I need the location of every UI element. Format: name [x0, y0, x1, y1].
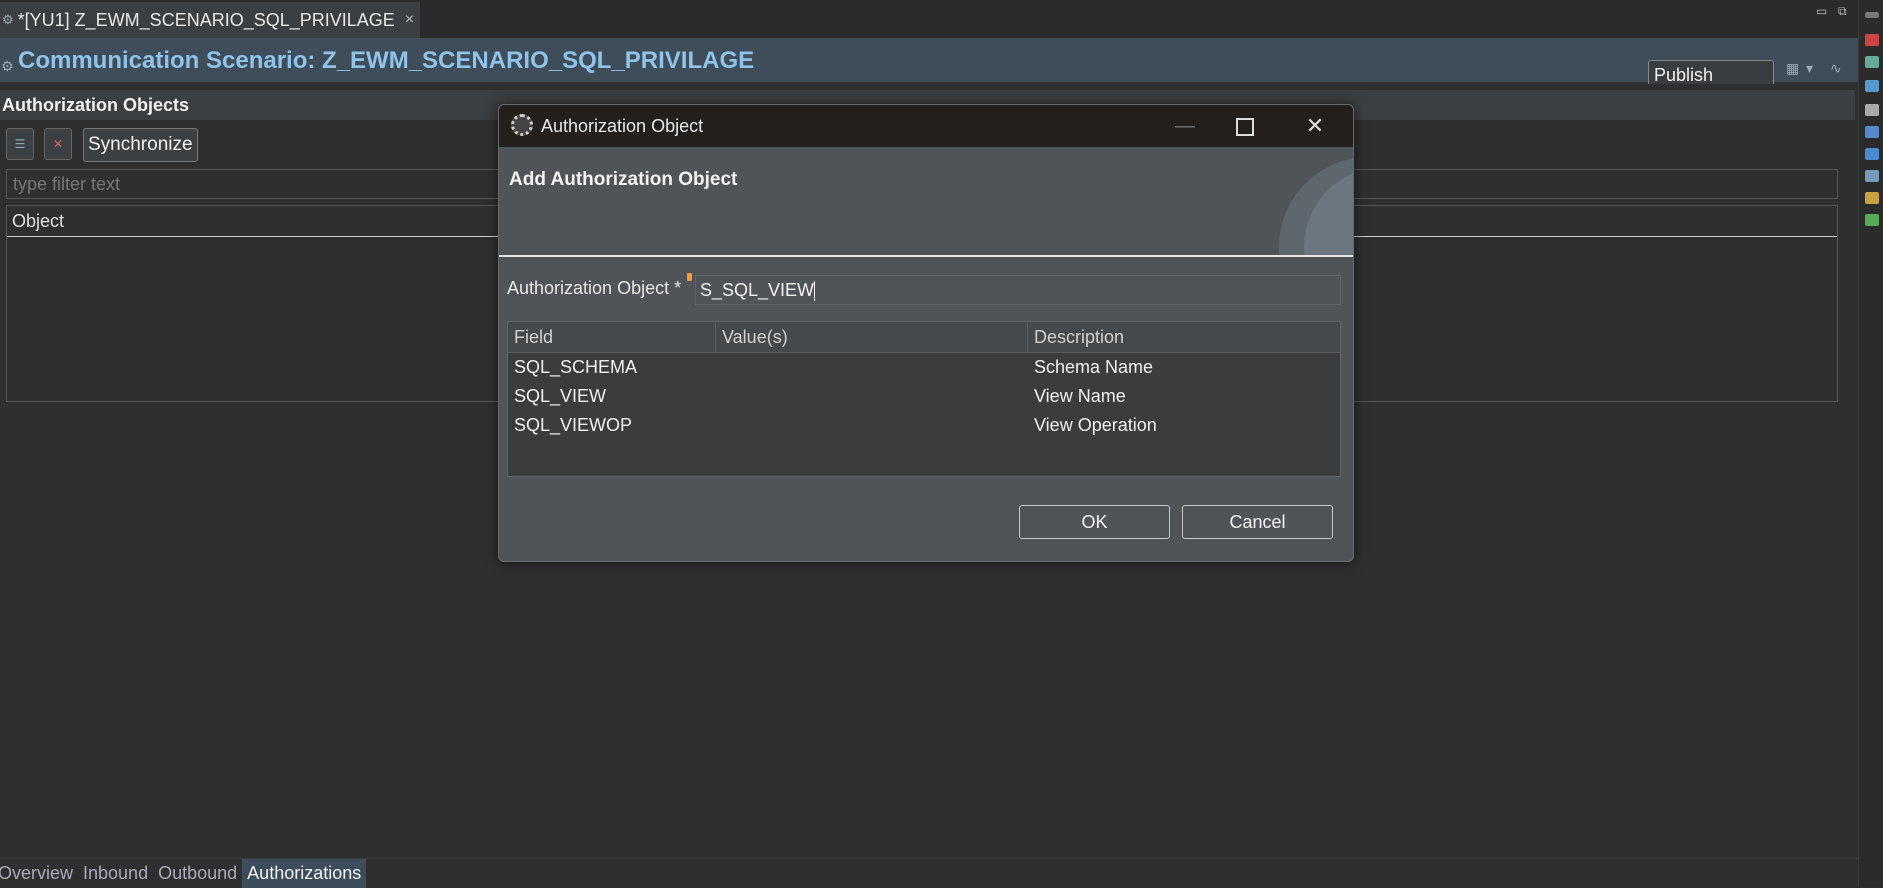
column-header-values[interactable]: Value(s) [716, 322, 1028, 352]
editor-header: ⚙ Communication Scenario: Z_EWM_SCENARIO… [0, 38, 1858, 82]
description-cell: View Name [1034, 386, 1126, 406]
authorization-object-dialog: Authorization Object — ✕ Add Authorizati… [498, 104, 1354, 562]
editor-page-tabs: Overview Inbound Outbound Authorizations [0, 858, 1858, 888]
remove-icon: ✕ [52, 137, 64, 151]
fields-table: Field Value(s) Description SQL_SCHEMA Sc… [507, 321, 1341, 477]
eclipse-app-icon [511, 114, 533, 136]
editor-tab[interactable]: ⚙ *[YU1] Z_EWM_SCENARIO_SQL_PRIVILAGE × [0, 2, 421, 40]
values-cell[interactable] [716, 411, 1028, 440]
maximize-icon[interactable] [1225, 109, 1265, 143]
required-field-icon [687, 273, 692, 281]
tab-overview[interactable]: Overview [0, 859, 78, 888]
close-icon[interactable]: ✕ [1295, 109, 1335, 143]
scenario-icon: ⚙ [1, 58, 14, 74]
cancel-button[interactable]: Cancel [1182, 505, 1333, 539]
feed-icon[interactable] [1865, 148, 1879, 160]
column-header-field[interactable]: Field [508, 322, 716, 352]
outline-icon[interactable] [1865, 56, 1879, 68]
synchronize-button[interactable]: Synchronize [83, 128, 198, 162]
field-cell: SQL_SCHEMA [514, 357, 638, 377]
add-object-button[interactable]: ☰ [6, 128, 34, 160]
chevron-down-icon[interactable]: ▾ [1806, 60, 1813, 77]
tab-authorizations[interactable]: Authorizations [242, 859, 367, 888]
restore-icon[interactable] [1865, 12, 1879, 18]
description-cell: Schema Name [1034, 357, 1154, 377]
dialog-heading: Add Authorization Object [509, 169, 738, 190]
column-header-description[interactable]: Description [1028, 322, 1340, 352]
repository-icon[interactable] [1865, 104, 1879, 116]
values-cell[interactable] [716, 353, 1028, 382]
minimize-icon[interactable]: ▭ [1816, 4, 1827, 18]
toolbar-icon[interactable]: ▦ [1786, 60, 1799, 77]
field-cell: SQL_VIEWOP [514, 415, 633, 435]
authorization-object-input[interactable]: S_SQL_VIEW [695, 275, 1341, 305]
values-cell[interactable] [716, 382, 1028, 411]
dialog-banner: Add Authorization Object [499, 147, 1353, 257]
remove-object-button[interactable]: ✕ [44, 128, 72, 160]
scenario-icon: ⚙ [2, 12, 14, 27]
dialog-titlebar: Authorization Object — ✕ [499, 105, 1353, 147]
minimize-icon[interactable]: — [1165, 109, 1205, 143]
problem-icon[interactable] [1865, 34, 1879, 46]
run-icon[interactable] [1865, 214, 1879, 226]
description-cell: View Operation [1034, 415, 1157, 435]
page-title: Communication Scenario: Z_EWM_SCENARIO_S… [18, 47, 755, 74]
field-cell: SQL_VIEW [514, 386, 607, 406]
book-icon[interactable] [1865, 126, 1879, 138]
properties-icon[interactable] [1865, 80, 1879, 92]
ok-button[interactable]: OK [1019, 505, 1170, 539]
editor-tab-label: *[YU1] Z_EWM_SCENARIO_SQL_PRIVILAGE [17, 9, 395, 30]
table-row[interactable]: SQL_VIEWOP View Operation [508, 411, 1340, 440]
close-icon[interactable]: × [405, 11, 414, 29]
table-row[interactable]: SQL_SCHEMA Schema Name [508, 353, 1340, 382]
dialog-title: Authorization Object [541, 116, 704, 136]
right-toolbar [1858, 0, 1883, 887]
restore-icon[interactable]: ⧉ [1838, 4, 1847, 19]
section-title: Authorization Objects [2, 95, 190, 115]
publish-locally-button[interactable]: Publish Locally [1648, 60, 1774, 84]
tab-inbound[interactable]: Inbound [78, 859, 153, 888]
authorization-object-value: S_SQL_VIEW [700, 280, 815, 300]
fields-table-header: Field Value(s) Description [508, 322, 1340, 353]
text-caret [814, 281, 816, 302]
authorization-object-label: Authorization Object * [507, 278, 682, 298]
tab-outbound[interactable]: Outbound [153, 859, 242, 888]
add-icon: ☰ [14, 137, 26, 151]
editor-tab-strip: ⚙ *[YU1] Z_EWM_SCENARIO_SQL_PRIVILAGE × … [0, 0, 1858, 40]
help-icon[interactable]: ∿ [1830, 60, 1842, 77]
edit-icon[interactable] [1865, 192, 1879, 204]
console-icon[interactable] [1865, 170, 1879, 182]
table-row[interactable]: SQL_VIEW View Name [508, 382, 1340, 411]
